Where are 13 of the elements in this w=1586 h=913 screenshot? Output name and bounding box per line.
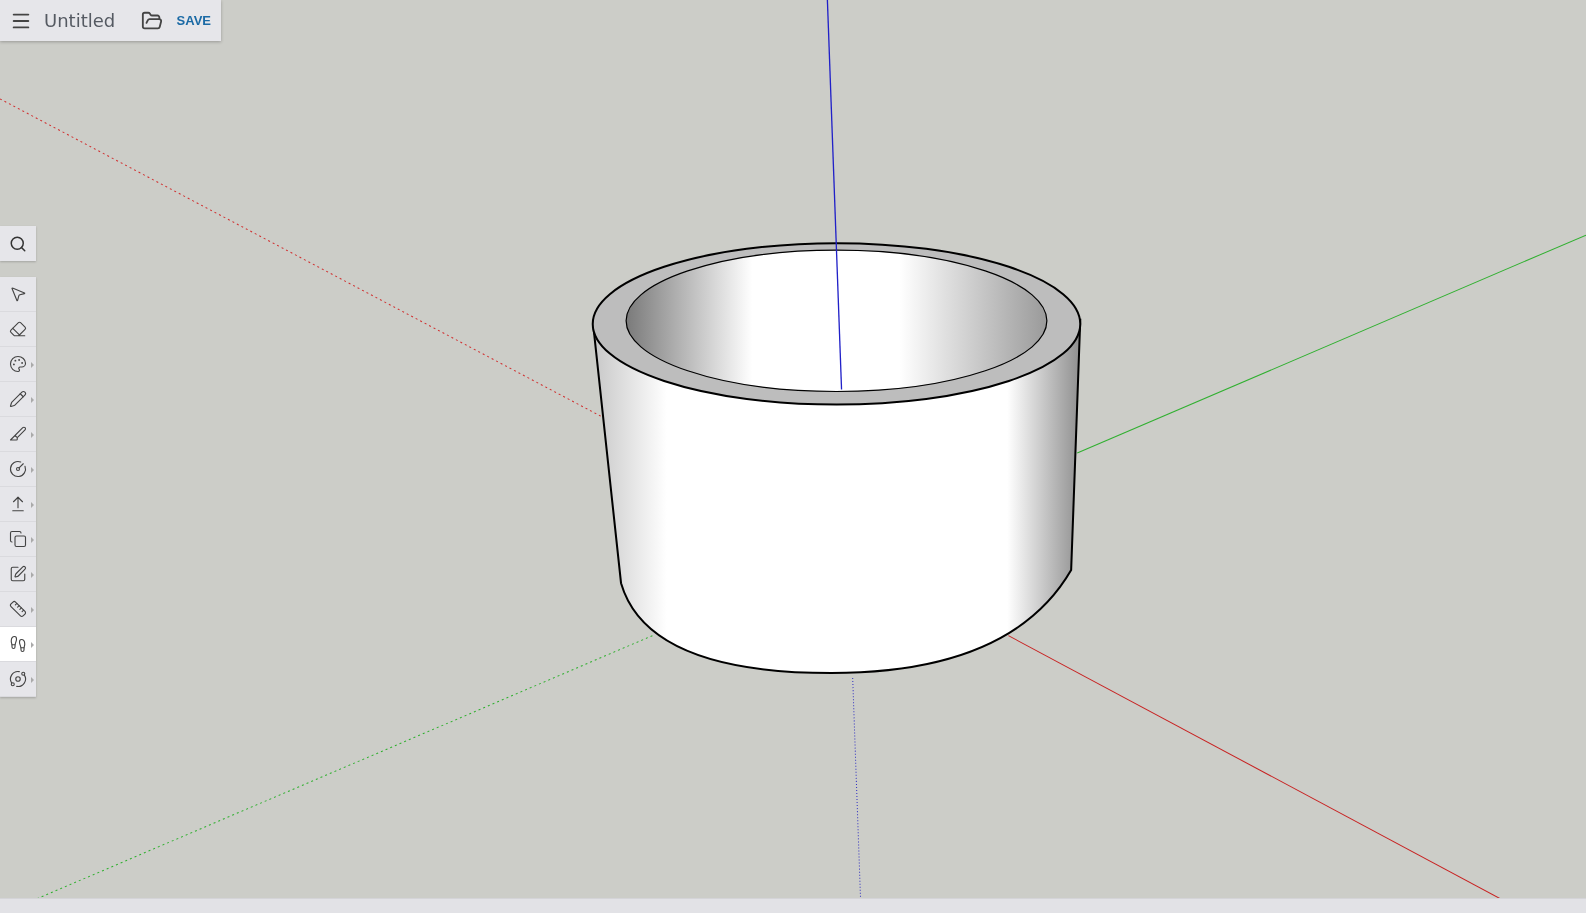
- pointer-icon: [9, 285, 27, 303]
- palette-icon: [9, 355, 27, 373]
- tool-button[interactable]: [0, 627, 36, 662]
- tape-measure-icon: [9, 600, 27, 618]
- push-pull-icon: [9, 495, 27, 513]
- orbit-icon: [9, 670, 27, 688]
- footprints-icon: [9, 635, 27, 653]
- save-button[interactable]: SAVE: [174, 11, 213, 30]
- document-title: Untitled: [44, 10, 117, 31]
- search-icon[interactable]: [0, 226, 36, 261]
- pencil-icon: [9, 390, 27, 408]
- offset-squares-icon: [9, 530, 27, 548]
- eraser-icon: [9, 320, 27, 338]
